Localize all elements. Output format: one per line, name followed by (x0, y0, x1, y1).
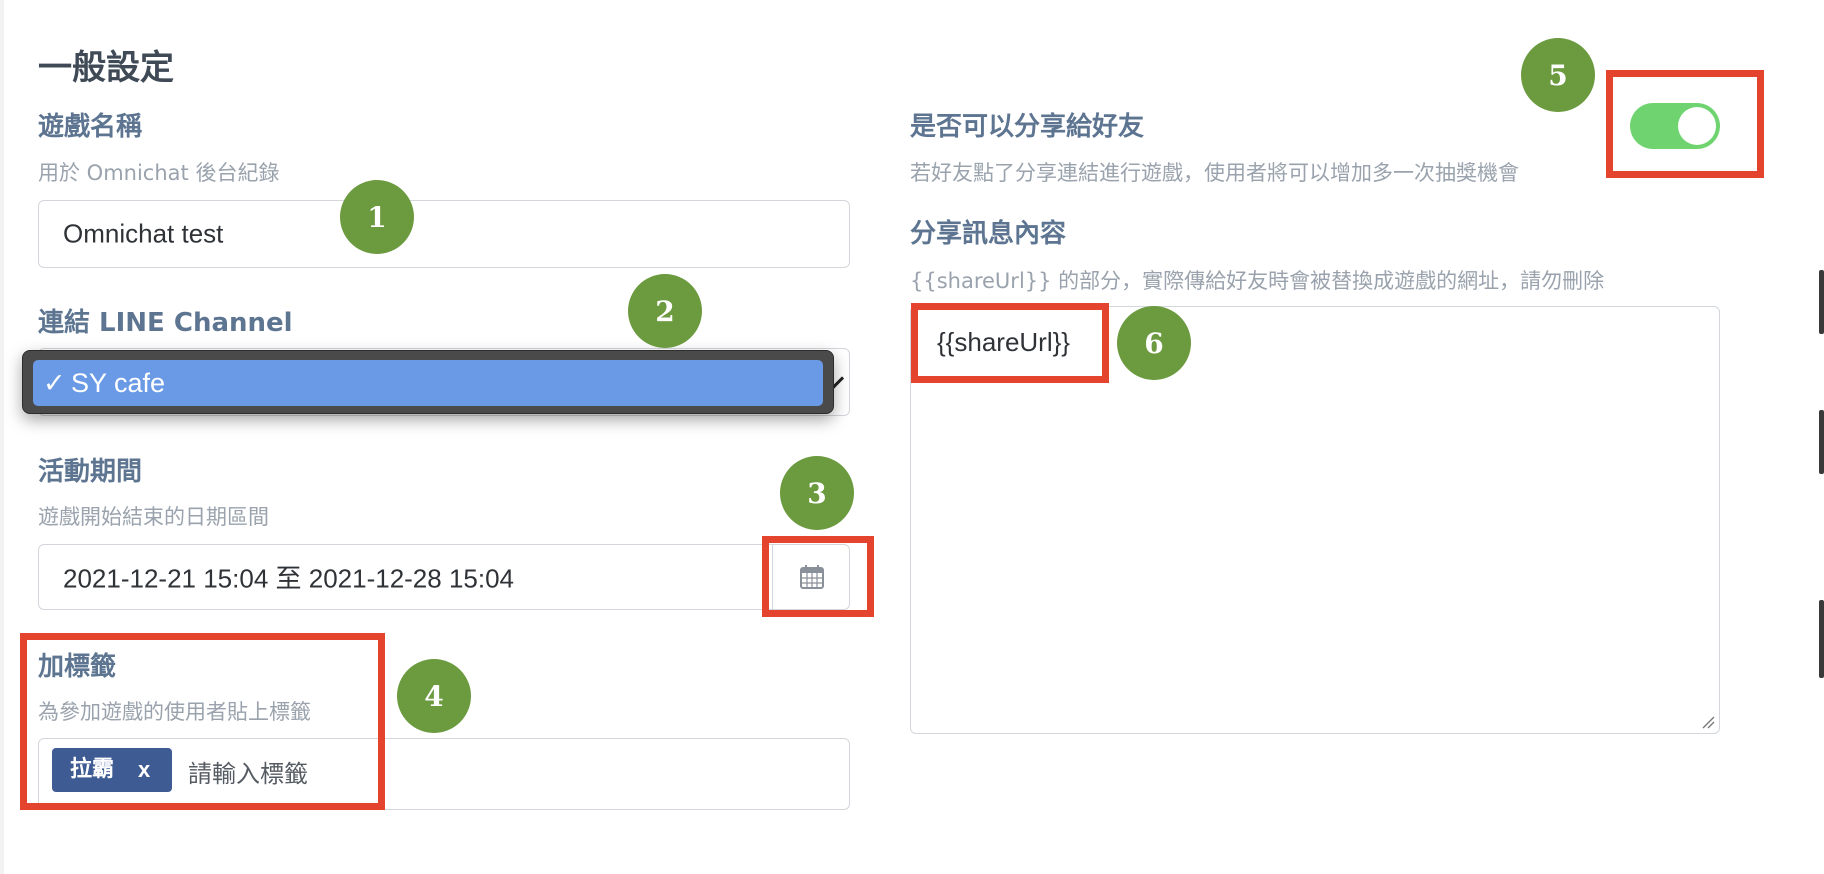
annotation-box-toggle (1606, 70, 1764, 178)
dropdown-option-label: SY cafe (71, 368, 166, 398)
period-value: 2021-12-21 15:04 至 2021-12-28 15:04 (63, 563, 515, 594)
scrollbar[interactable] (1818, 0, 1824, 874)
resize-handle-icon[interactable] (1701, 715, 1715, 729)
left-border (0, 0, 4, 874)
line-channel-label: 連結 LINE Channel (38, 308, 293, 338)
game-name-help: 用於 Omnichat 後台紀錄 (38, 161, 280, 185)
game-name-label: 遊戲名稱 (38, 112, 143, 142)
checkmark-icon: ✓ (43, 368, 66, 398)
annotation-box-share-url (911, 303, 1109, 383)
annotation-marker-2: 2 (628, 274, 702, 348)
game-name-value: Omnichat test (63, 218, 224, 249)
annotation-box-tags (20, 633, 385, 810)
period-help: 遊戲開始結束的日期區間 (38, 505, 269, 529)
line-channel-dropdown[interactable]: ✓ SY cafe (22, 350, 834, 414)
annotation-marker-6: 6 (1117, 306, 1191, 380)
annotation-marker-4: 4 (397, 659, 471, 733)
scrollbar-mark (1819, 410, 1824, 474)
share-help: 若好友點了分享連結進行遊戲，使用者將可以增加多一次抽獎機會 (910, 161, 1519, 185)
general-settings-page: 一般設定 遊戲名稱 用於 Omnichat 後台紀錄 Omnichat test… (0, 0, 1824, 874)
share-message-help: {{shareUrl}} 的部分，實際傳給好友時會被替換成遊戲的網址，請勿刪除 (910, 269, 1605, 293)
scrollbar-mark (1819, 600, 1824, 678)
game-name-input[interactable]: Omnichat test (38, 200, 850, 268)
share-message-label: 分享訊息內容 (910, 219, 1067, 249)
annotation-box-calendar (762, 536, 874, 617)
share-label: 是否可以分享給好友 (910, 112, 1145, 142)
annotation-marker-1: 1 (340, 180, 414, 254)
section-title: 一般設定 (38, 48, 174, 88)
scrollbar-mark (1819, 270, 1824, 334)
annotation-marker-3: 3 (780, 456, 854, 530)
period-input[interactable]: 2021-12-21 15:04 至 2021-12-28 15:04 (38, 544, 850, 610)
dropdown-option-sy-cafe[interactable]: ✓ SY cafe (33, 360, 823, 406)
annotation-marker-5: 5 (1521, 38, 1595, 112)
period-label: 活動期間 (38, 457, 143, 487)
